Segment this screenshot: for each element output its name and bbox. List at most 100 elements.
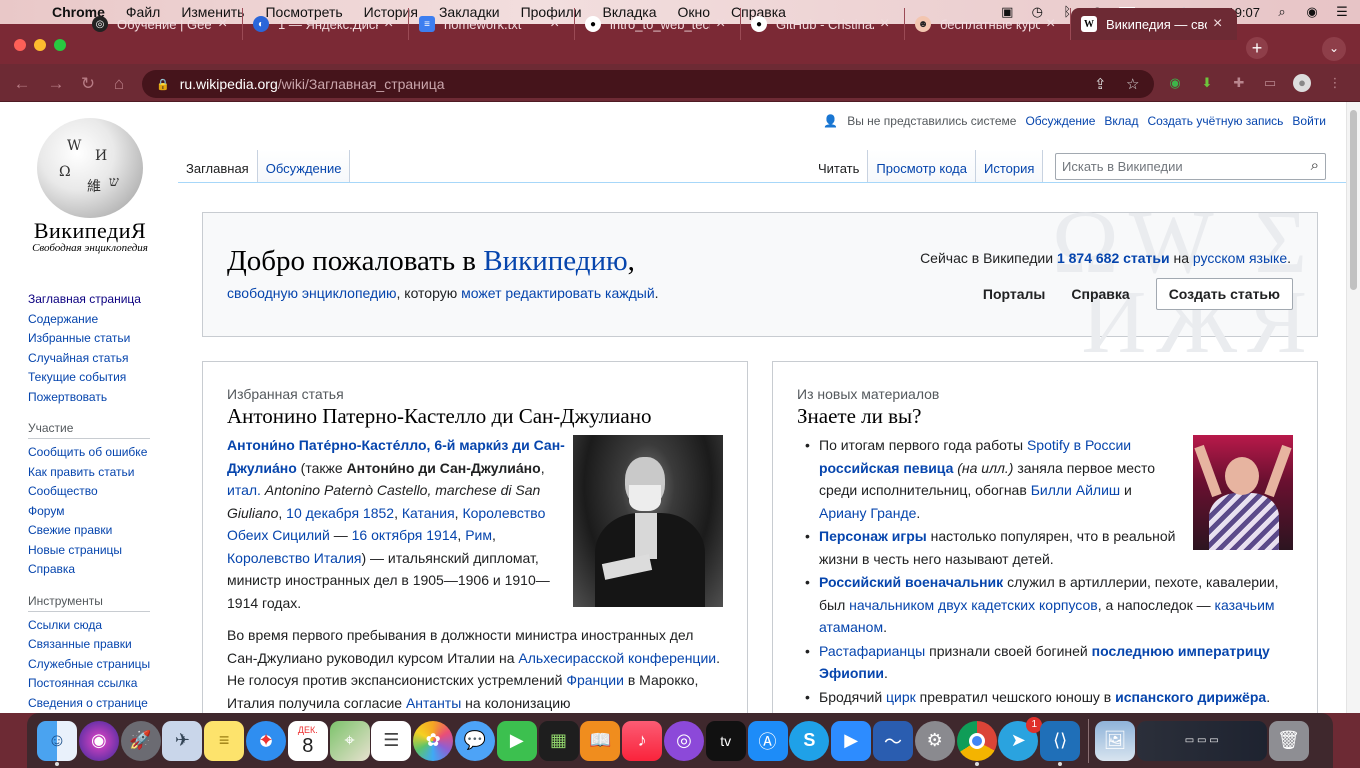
tab-geekbrains[interactable]: ◎ Обучение | Geekbrains ×	[82, 8, 243, 40]
preview-thumbnail-icon[interactable]: 🖼	[1094, 720, 1135, 761]
minimized-windows-icon[interactable]: ▭ ▭ ▭	[1136, 720, 1267, 761]
wikipedia-wordmark[interactable]: ВикипедиЯ	[10, 218, 170, 244]
close-tab-icon[interactable]: ×	[384, 15, 400, 33]
user-contributions-link[interactable]: Вклад	[1104, 114, 1138, 128]
entente-link[interactable]: Антанты	[406, 695, 461, 711]
close-tab-icon[interactable]: ×	[880, 15, 896, 33]
sidebar-item-community[interactable]: Сообщество	[28, 482, 168, 502]
wunderbucket-icon[interactable]: 〜	[872, 720, 913, 761]
telegram-icon[interactable]: ➤ 1	[998, 716, 1043, 761]
close-tab-icon[interactable]: ×	[716, 15, 732, 33]
article-count-link[interactable]: 1 874 682 статьи	[1057, 250, 1170, 266]
sidebar-item-permanent-link[interactable]: Постоянная ссылка	[28, 674, 168, 694]
scrollbar-thumb[interactable]	[1350, 110, 1357, 290]
sidebar-item-report-error[interactable]: Сообщить об ошибке	[28, 443, 168, 463]
bookmark-star-icon[interactable]: ☆	[1126, 75, 1139, 93]
portals-button[interactable]: Порталы	[983, 286, 1045, 302]
free-encyclopedia-link[interactable]: свободную энциклопедию	[227, 285, 397, 301]
chrome-icon[interactable]	[956, 720, 997, 766]
siri-menu-icon[interactable]: ◉	[1304, 4, 1320, 20]
media-control-icon[interactable]: ▭	[1261, 74, 1279, 92]
share-icon[interactable]: ⇪	[1094, 75, 1107, 93]
birth-date-link[interactable]: 10 декабря 1852	[286, 505, 394, 521]
sidebar-item-new-pages[interactable]: Новые страницы	[28, 541, 168, 561]
search-icon[interactable]: ⌕	[1311, 157, 1319, 174]
system-prefs-icon[interactable]: ⚙	[914, 720, 955, 761]
spanish-conductor-link[interactable]: испанского дирижёра	[1115, 689, 1266, 705]
eye-extension-icon[interactable]: ◉	[1166, 74, 1184, 92]
death-date-link[interactable]: 16 октября 1914	[352, 527, 458, 543]
tab-free-courses[interactable]: ☻ бесплатные курсы ×	[905, 8, 1071, 40]
close-tab-icon[interactable]: ×	[550, 15, 566, 33]
minimize-window-button[interactable]	[34, 39, 46, 51]
russian-singer-link[interactable]: российская певица	[819, 460, 953, 476]
rastafari-link[interactable]: Растафарианцы	[819, 643, 925, 659]
trash-icon[interactable]: 🗑	[1268, 720, 1309, 761]
sidebar-item-featured[interactable]: Избранные статьи	[28, 329, 168, 349]
sidebar-item-current-events[interactable]: Текущие события	[28, 368, 168, 388]
zoom-window-button[interactable]	[54, 39, 66, 51]
featured-article-photo[interactable]	[573, 435, 723, 607]
anyone-can-edit-link[interactable]: может редактировать каждый	[461, 285, 655, 301]
create-article-button[interactable]: Создать статью	[1155, 278, 1293, 310]
wikipedia-link[interactable]: Википедию	[483, 245, 627, 277]
appstore-icon[interactable]: Ⓐ	[747, 720, 788, 761]
france-link[interactable]: Франции	[566, 672, 624, 688]
catania-link[interactable]: Катания	[402, 505, 455, 521]
download-extension-icon[interactable]: ⬇	[1198, 74, 1216, 92]
sidebar-item-donate[interactable]: Пожертвовать	[28, 388, 168, 408]
help-button[interactable]: Справка	[1071, 286, 1129, 302]
finder-icon[interactable]: ☺	[37, 720, 77, 766]
reminders-icon[interactable]: ☰	[371, 720, 412, 761]
spotify-russia-link[interactable]: Spotify в России	[1027, 437, 1131, 453]
close-window-button[interactable]	[14, 39, 26, 51]
zoom-icon[interactable]: ▶	[831, 720, 872, 761]
podcasts-icon[interactable]: ◎	[663, 720, 704, 761]
chrome-menu-icon[interactable]: ⋮	[1326, 74, 1344, 92]
home-icon[interactable]: ⌂	[109, 74, 129, 94]
game-character-link[interactable]: Персонаж игры	[819, 528, 927, 544]
user-talk-link[interactable]: Обсуждение	[1025, 114, 1095, 128]
control-center-icon[interactable]: ☰	[1334, 4, 1350, 20]
calendar-icon[interactable]: ДЕК. 8	[287, 720, 328, 761]
tab-intro-web-tech[interactable]: ● intro_to_web_tech ×	[575, 8, 741, 40]
russian-language-link[interactable]: русском языке	[1193, 250, 1287, 266]
profile-avatar-icon[interactable]: ●	[1293, 74, 1311, 92]
puzzle-extensions-icon[interactable]: ✚	[1230, 74, 1248, 92]
sidebar-item-random[interactable]: Случайная статья	[28, 349, 168, 369]
tab-yandex-disk[interactable]: ◐ 1 — Яндекс.Диск ×	[243, 8, 409, 40]
vscode-icon[interactable]: ⟨⟩	[1040, 720, 1081, 766]
wikipedia-globe-logo[interactable]: W И Ω 維 ש	[37, 118, 143, 218]
kingdom-italy-link[interactable]: Королевство Италия	[227, 550, 361, 566]
close-tab-icon[interactable]: ×	[218, 15, 234, 33]
launchpad-icon[interactable]: 🚀	[120, 720, 161, 761]
tab-main-page[interactable]: Заглавная	[178, 150, 258, 182]
sidebar-item-special-pages[interactable]: Служебные страницы	[28, 655, 168, 675]
italian-link[interactable]: итал.	[227, 482, 261, 498]
login-link[interactable]: Войти	[1292, 114, 1326, 128]
skype-icon[interactable]: S	[789, 720, 830, 761]
rome-link[interactable]: Рим	[465, 527, 492, 543]
music-icon[interactable]: ♪	[622, 720, 663, 761]
sidebar-item-recent-changes[interactable]: Свежие правки	[28, 521, 168, 541]
spotlight-search-icon[interactable]: ⌕	[1274, 4, 1290, 20]
close-tab-icon[interactable]: ×	[1213, 15, 1229, 33]
tab-discussion[interactable]: Обсуждение	[257, 150, 351, 182]
lock-icon[interactable]: 🔒	[156, 78, 170, 91]
military-leader-link[interactable]: Российский военачальник	[819, 574, 1003, 590]
photos-icon[interactable]: ✿	[413, 720, 454, 761]
mail-stamp-icon[interactable]: ✈	[162, 720, 203, 761]
new-tab-button[interactable]: +	[1246, 37, 1268, 59]
close-tab-icon[interactable]: ×	[1046, 15, 1062, 33]
page-scrollbar[interactable]	[1346, 102, 1360, 713]
sidebar-item-forum[interactable]: Форум	[28, 502, 168, 522]
facetime-icon[interactable]: ▶	[496, 720, 537, 761]
ariana-grande-link[interactable]: Ариану Гранде	[819, 505, 916, 521]
tab-history[interactable]: История	[975, 150, 1044, 182]
sidebar-item-page-info[interactable]: Сведения о странице	[28, 694, 168, 714]
circus-link[interactable]: цирк	[886, 689, 916, 705]
messages-icon[interactable]: 💬	[454, 720, 495, 761]
back-icon[interactable]: ←	[12, 74, 32, 94]
tab-wikipedia[interactable]: W Википедия — свободная ×	[1071, 8, 1237, 40]
sidebar-item-help[interactable]: Справка	[28, 560, 168, 580]
